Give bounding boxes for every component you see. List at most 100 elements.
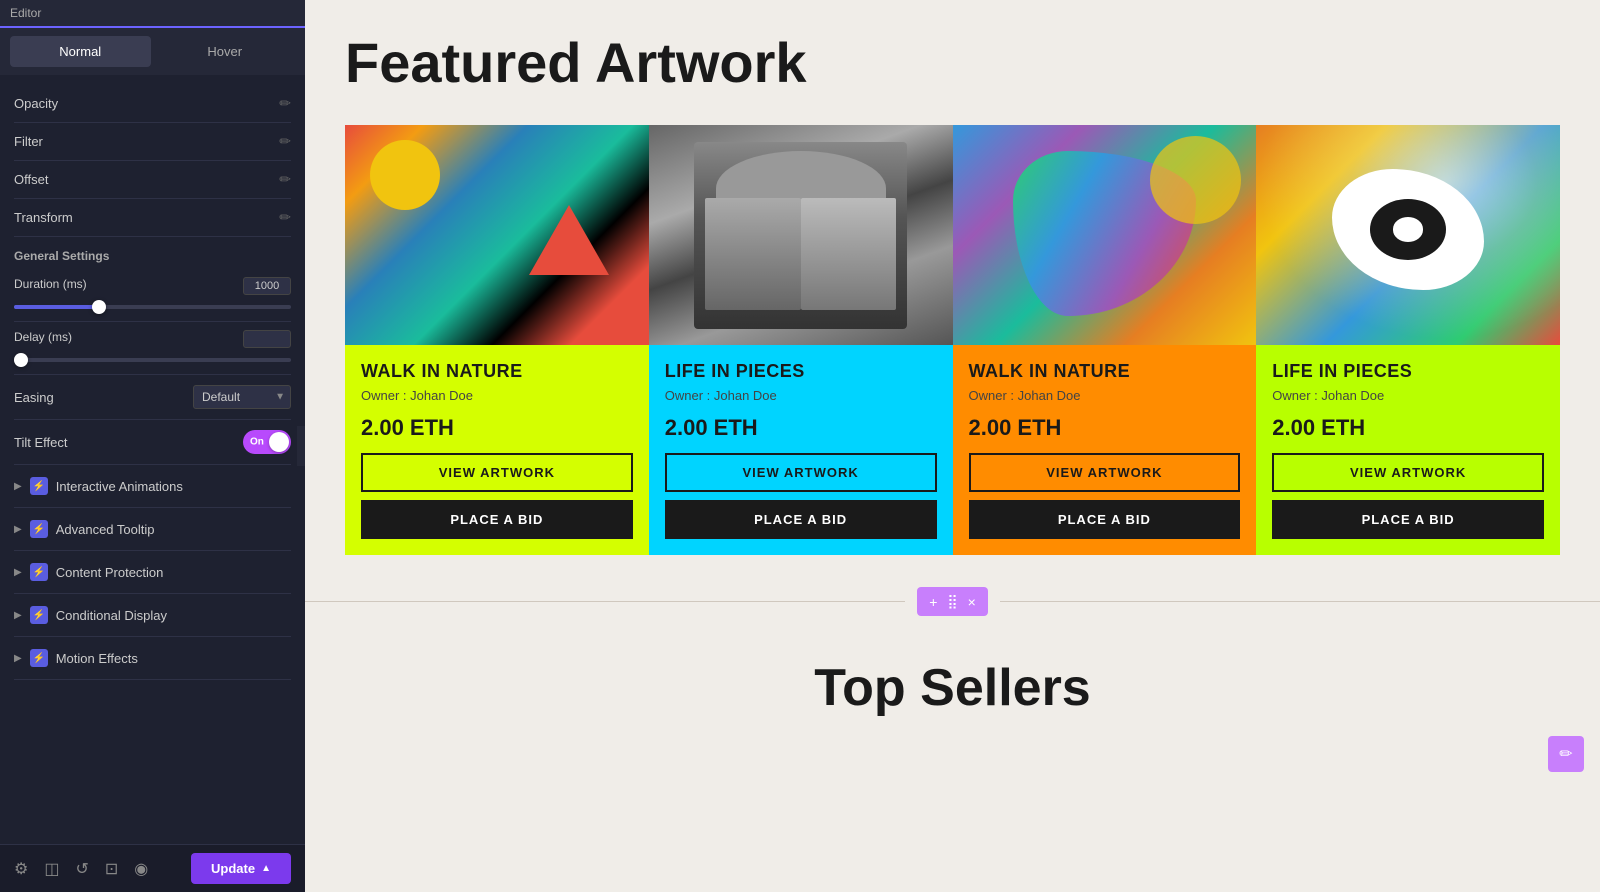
motion-effects-section[interactable]: ▶ ⚡ Motion Effects [14, 637, 291, 680]
preview-icon[interactable]: ◉ [134, 859, 148, 879]
transform-edit-icon[interactable]: ✏ [279, 209, 291, 226]
tilt-effect-label: Tilt Effect [14, 435, 67, 450]
motion-effects-chevron-icon: ▶ [14, 653, 22, 664]
delay-value-input[interactable] [243, 330, 291, 348]
artwork-image-2 [649, 125, 953, 345]
tilt-effect-toggle[interactable]: On [243, 430, 291, 454]
delay-track [14, 358, 291, 362]
interactive-animations-label: Interactive Animations [56, 479, 183, 494]
conditional-display-label: Conditional Display [56, 608, 167, 623]
update-chevron-icon: ▲ [261, 863, 271, 874]
divider-close-icon[interactable]: × [968, 594, 976, 610]
duration-label: Duration (ms) [14, 277, 87, 295]
panel-collapse-handle[interactable]: ‹ [297, 426, 305, 466]
card-title-3: WALK IN NATURE [969, 361, 1241, 382]
offset-label: Offset [14, 172, 48, 187]
opacity-row: Opacity ✏ [14, 85, 291, 123]
card-buttons-4: VIEW ARTWORK PLACE A BID [1272, 453, 1544, 539]
content-protection-section[interactable]: ▶ ⚡ Content Protection [14, 551, 291, 594]
divider-add-icon[interactable]: + [929, 594, 937, 610]
card-price-4: 2.00 ETH [1272, 415, 1544, 441]
card-buttons-2: VIEW ARTWORK PLACE A BID [665, 453, 937, 539]
card-view-btn-3[interactable]: VIEW ARTWORK [969, 453, 1241, 492]
card-view-btn-1[interactable]: VIEW ARTWORK [361, 453, 633, 492]
history-icon[interactable]: ↺ [75, 859, 88, 879]
duration-track [14, 305, 291, 309]
card-owner-3: Owner : Johan Doe [969, 388, 1241, 403]
artwork-image-1 [345, 125, 649, 345]
tab-hover[interactable]: Hover [155, 36, 296, 67]
update-button[interactable]: Update ▲ [191, 853, 291, 884]
offset-edit-icon[interactable]: ✏ [279, 171, 291, 188]
artwork-card-1: WALK IN NATURE Owner : Johan Doe 2.00 ET… [345, 125, 649, 555]
motion-effects-icon: ⚡ [30, 649, 48, 667]
card-title-1: WALK IN NATURE [361, 361, 633, 382]
conditional-display-chevron-icon: ▶ [14, 610, 22, 621]
advanced-tooltip-chevron-icon: ▶ [14, 524, 22, 535]
artwork-image-4 [1256, 125, 1560, 345]
filter-label: Filter [14, 134, 43, 149]
editor-label: Editor [10, 6, 41, 20]
editor-bar: Editor [0, 0, 305, 28]
transform-row: Transform ✏ [14, 199, 291, 237]
divider-controls: + ⣿ × [917, 587, 988, 616]
toolbar-icons: ⚙ ◫ ↺ ⊡ ◉ [14, 859, 148, 879]
conditional-display-section[interactable]: ▶ ⚡ Conditional Display [14, 594, 291, 637]
divider-move-icon[interactable]: ⣿ [947, 593, 957, 610]
card-bid-btn-2[interactable]: PLACE A BID [665, 500, 937, 539]
card-body-2: LIFE IN PIECES Owner : Johan Doe 2.00 ET… [649, 345, 953, 555]
settings-icon[interactable]: ⚙ [14, 859, 28, 879]
card-body-4: LIFE IN PIECES Owner : Johan Doe 2.00 ET… [1256, 345, 1560, 555]
card-bid-btn-4[interactable]: PLACE A BID [1272, 500, 1544, 539]
conditional-display-icon: ⚡ [30, 606, 48, 624]
card-view-btn-4[interactable]: VIEW ARTWORK [1272, 453, 1544, 492]
right-edit-button[interactable]: ✏ [1548, 736, 1584, 772]
left-panel: Editor Normal Hover Opacity ✏ Filter ✏ O… [0, 0, 305, 892]
bottom-toolbar: ⚙ ◫ ↺ ⊡ ◉ Update ▲ [0, 844, 305, 892]
tab-normal[interactable]: Normal [10, 36, 151, 67]
duration-value-input[interactable] [243, 277, 291, 295]
interactive-animations-icon: ⚡ [30, 477, 48, 495]
interactive-animations-section[interactable]: ▶ ⚡ Interactive Animations [14, 465, 291, 508]
card-view-btn-2[interactable]: VIEW ARTWORK [665, 453, 937, 492]
card-owner-2: Owner : Johan Doe [665, 388, 937, 403]
responsive-icon[interactable]: ⊡ [105, 859, 118, 879]
artwork-card-4: LIFE IN PIECES Owner : Johan Doe 2.00 ET… [1256, 125, 1560, 555]
duration-thumb[interactable] [92, 300, 106, 314]
advanced-tooltip-section[interactable]: ▶ ⚡ Advanced Tooltip [14, 508, 291, 551]
transform-label: Transform [14, 210, 73, 225]
featured-title: Featured Artwork [345, 30, 1560, 95]
easing-select-wrapper: Default Linear Ease In Ease Out Ease In … [193, 385, 291, 409]
tilt-effect-row: Tilt Effect On [14, 420, 291, 465]
tilt-toggle-label: On [250, 437, 264, 448]
settings-section: Opacity ✏ Filter ✏ Offset ✏ Transform ✏ … [0, 75, 305, 844]
state-tabs: Normal Hover [0, 28, 305, 75]
main-content: Featured Artwork WALK IN NATURE Owner : … [305, 0, 1600, 892]
card-buttons-3: VIEW ARTWORK PLACE A BID [969, 453, 1241, 539]
card-body-1: WALK IN NATURE Owner : Johan Doe 2.00 ET… [345, 345, 649, 555]
opacity-edit-icon[interactable]: ✏ [279, 95, 291, 112]
opacity-label: Opacity [14, 96, 58, 111]
artwork-card-3: WALK IN NATURE Owner : Johan Doe 2.00 ET… [953, 125, 1257, 555]
artwork-grid: WALK IN NATURE Owner : Johan Doe 2.00 ET… [345, 125, 1560, 555]
easing-select[interactable]: Default Linear Ease In Ease Out Ease In … [193, 385, 291, 409]
content-protection-icon: ⚡ [30, 563, 48, 581]
content-protection-chevron-icon: ▶ [14, 567, 22, 578]
card-bid-btn-1[interactable]: PLACE A BID [361, 500, 633, 539]
delay-thumb[interactable] [14, 353, 28, 367]
card-bid-btn-3[interactable]: PLACE A BID [969, 500, 1241, 539]
card-owner-4: Owner : Johan Doe [1272, 388, 1544, 403]
top-sellers-section: Top Sellers [305, 628, 1600, 748]
card-price-2: 2.00 ETH [665, 415, 937, 441]
interactive-animations-chevron-icon: ▶ [14, 481, 22, 492]
card-title-4: LIFE IN PIECES [1272, 361, 1544, 382]
card-owner-1: Owner : Johan Doe [361, 388, 633, 403]
filter-edit-icon[interactable]: ✏ [279, 133, 291, 150]
motion-effects-label: Motion Effects [56, 651, 138, 666]
card-title-2: LIFE IN PIECES [665, 361, 937, 382]
delay-label: Delay (ms) [14, 330, 72, 348]
layers-icon[interactable]: ◫ [44, 859, 59, 879]
filter-row: Filter ✏ [14, 123, 291, 161]
advanced-tooltip-label: Advanced Tooltip [56, 522, 155, 537]
advanced-tooltip-icon: ⚡ [30, 520, 48, 538]
